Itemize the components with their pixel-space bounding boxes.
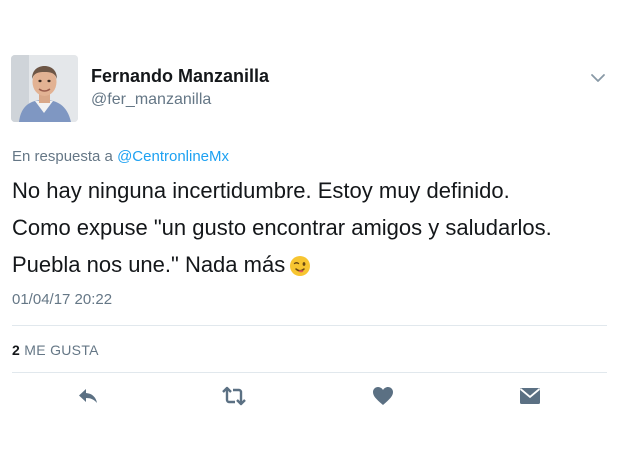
heart-icon[interactable] <box>371 385 395 407</box>
retweet-icon[interactable] <box>221 385 247 407</box>
reply-prefix: En respuesta a <box>12 148 113 165</box>
profile-photo <box>11 55 78 122</box>
likes-number: 2 <box>12 342 21 358</box>
direct-message-icon[interactable] <box>518 385 542 407</box>
tweet-line: Como expuse "un gusto encontrar amigos y… <box>12 215 552 240</box>
tweet-line: Puebla nos une." Nada más <box>12 252 286 277</box>
reply-context: En respuesta a @CentronlineMx <box>12 148 229 165</box>
reply-icon[interactable] <box>76 385 100 407</box>
chevron-down-icon[interactable] <box>590 72 606 84</box>
tweet-line-last: Puebla nos une." Nada más <box>12 246 608 283</box>
divider <box>12 372 607 373</box>
timestamp[interactable]: 01/04/17 20:22 <box>12 291 112 308</box>
likes-count[interactable]: 2 ME GUSTA <box>12 342 99 358</box>
reply-mention-link[interactable]: @CentronlineMx <box>117 148 229 165</box>
author-handle[interactable]: @fer_manzanilla <box>91 91 211 109</box>
avatar[interactable] <box>11 55 78 122</box>
divider <box>12 325 607 326</box>
winking-face-emoji <box>290 256 311 276</box>
author-name[interactable]: Fernando Manzanilla <box>91 66 269 87</box>
likes-label: ME GUSTA <box>24 342 99 358</box>
tweet-text: No hay ninguna incertidumbre. Estoy muy … <box>12 172 608 283</box>
tweet-line: No hay ninguna incertidumbre. Estoy muy … <box>12 178 510 203</box>
